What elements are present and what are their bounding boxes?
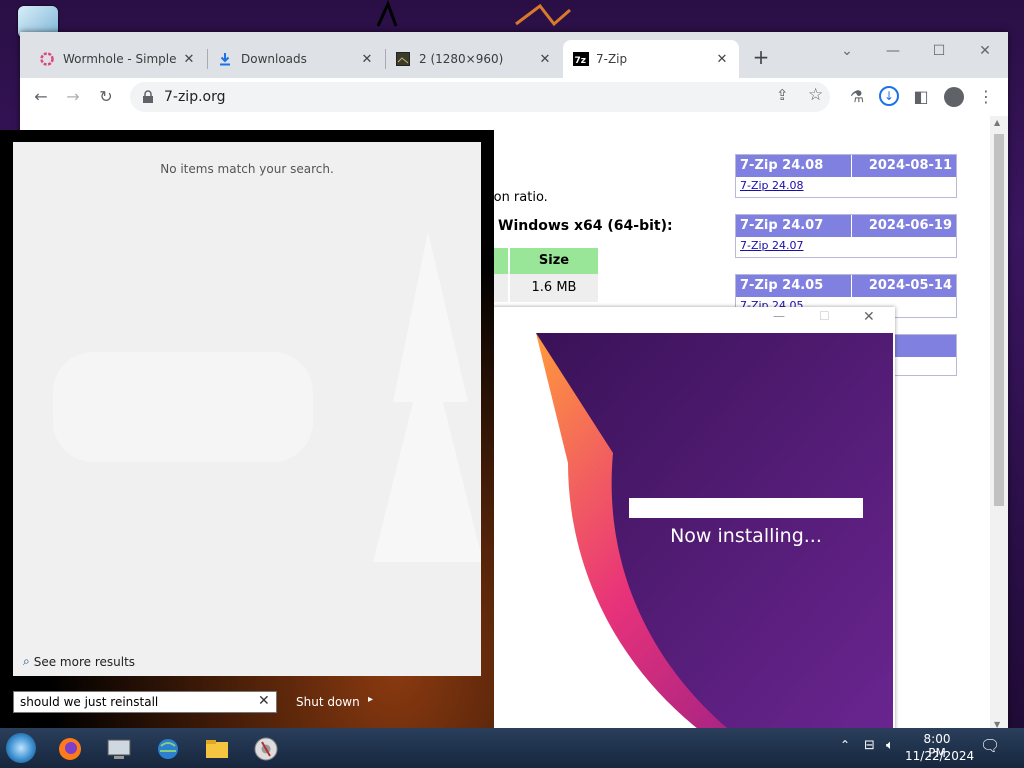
search-results-pane: No items match your search. ⌕ See more r… <box>13 142 481 676</box>
tab-title: Downloads <box>241 52 307 66</box>
scroll-up-icon[interactable]: ▲ <box>994 118 1000 127</box>
release-date: 2024-05-14 <box>851 275 956 297</box>
forward-arrow-icon[interactable]: → <box>62 86 84 108</box>
search-query-text: should we just reinstall <box>20 695 159 709</box>
network-globe-icon[interactable] <box>151 734 185 764</box>
tab-wormhole[interactable]: Wormhole - Simple ✕ <box>30 40 206 78</box>
maximize-button[interactable]: ☐ <box>924 40 954 62</box>
shutdown-options-arrow-icon[interactable]: ▸ <box>368 694 373 705</box>
shutdown-button[interactable]: Shut down <box>296 695 360 709</box>
release-link[interactable]: 7-Zip 24.08 <box>736 177 956 197</box>
release-block: 7-Zip 24.08 2024-08-11 7-Zip 24.08 <box>735 154 957 198</box>
download-icon <box>218 52 232 66</box>
taskbar: ⌃ ⊟ 🔈︎ 8:00 PM 11/22/2024 🗨︎ <box>0 728 1024 768</box>
tab-search-icon[interactable]: ⌄ <box>832 40 862 62</box>
tab-title: 7-Zip <box>596 52 628 66</box>
search-magnifier-icon: ⌕ <box>23 654 30 668</box>
table-header-cell: Size <box>494 248 598 274</box>
tab-strip: Wormhole - Simple ✕ Downloads ✕ 2 (1280×… <box>20 32 1008 78</box>
no-results-message: No items match your search. <box>160 162 334 176</box>
show-hidden-icons-chevron-icon[interactable]: ⌃ <box>840 738 850 752</box>
size-column-header: Size <box>508 248 598 274</box>
page-scrollbar[interactable]: ▲ ▼ <box>990 116 1008 732</box>
release-name: 7-Zip 24.05 <box>740 278 824 293</box>
installer-close-button[interactable]: ✕ <box>863 309 875 325</box>
see-more-results-link[interactable]: ⌕ See more results <box>23 654 135 669</box>
clear-search-icon[interactable]: ✕ <box>258 693 270 709</box>
desktop-decoration-icon <box>376 0 398 27</box>
file-explorer-icon[interactable] <box>200 734 234 764</box>
release-name: 7-Zip 24.08 <box>740 158 824 173</box>
svg-text:7z: 7z <box>575 56 587 66</box>
extensions-flask-icon[interactable]: ⚗ <box>846 86 868 108</box>
release-block: 7-Zip 24.07 2024-06-19 7-Zip 24.07 <box>735 214 957 258</box>
size-value: 1.6 MB <box>508 274 598 302</box>
7zip-icon: 7z <box>573 52 589 66</box>
christmas-watermark <box>53 232 481 562</box>
installer-minimize-button[interactable]: — <box>773 309 785 323</box>
close-tab-icon[interactable]: ✕ <box>360 52 374 67</box>
installer-artwork: Now installing... <box>473 333 893 733</box>
release-link[interactable]: 7-Zip 24.07 <box>736 237 956 257</box>
downloads-progress-icon[interactable]: ↓ <box>879 86 899 106</box>
address-bar[interactable]: 7-zip.org ⇪ ☆ <box>130 82 830 112</box>
minimize-button[interactable]: — <box>878 40 908 62</box>
clock-date[interactable]: 11/22/2024 <box>905 749 974 763</box>
release-name: 7-Zip 24.07 <box>740 218 824 233</box>
new-tab-button[interactable]: + <box>750 46 772 68</box>
page-text-fragment: ion ratio. <box>490 190 548 205</box>
network-tray-icon[interactable]: ⊟ <box>864 738 875 753</box>
reload-icon[interactable]: ↻ <box>95 86 117 108</box>
close-window-button[interactable]: ✕ <box>970 40 1000 62</box>
desktop-decoration-icon-2 <box>515 3 571 27</box>
back-arrow-icon[interactable]: ← <box>30 86 52 108</box>
wormhole-icon <box>40 52 54 66</box>
close-tab-icon[interactable]: ✕ <box>538 52 552 67</box>
share-icon[interactable]: ⇪ <box>776 86 789 104</box>
installer-maximize-button[interactable]: ☐ <box>819 309 830 323</box>
image-icon <box>396 52 410 66</box>
release-date: 2024-06-19 <box>851 215 956 237</box>
tab-title: Wormhole - Simple <box>63 52 177 66</box>
volume-muted-icon[interactable]: 🔈︎ <box>886 738 894 753</box>
firefox-icon[interactable] <box>53 734 87 764</box>
side-panel-icon[interactable]: ◧ <box>910 86 932 108</box>
notifications-icon[interactable]: 🗨︎ <box>980 736 1000 755</box>
tab-7zip[interactable]: 7z 7-Zip ✕ <box>563 40 739 78</box>
chrome-dev-icon[interactable] <box>249 734 283 764</box>
start-orb-icon[interactable] <box>6 733 36 763</box>
tab-downloads[interactable]: Downloads ✕ <box>208 40 384 78</box>
computer-icon[interactable] <box>102 734 136 764</box>
page-heading-fragment: Windows x64 (64-bit): <box>498 218 673 234</box>
bookmark-star-icon[interactable]: ☆ <box>808 85 823 105</box>
browser-toolbar: ← → ↻ 7-zip.org ⇪ ☆ ⚗ ↓ ◧ ⋮ <box>20 78 1008 116</box>
profile-avatar-icon[interactable] <box>944 87 964 107</box>
install-progress-bar <box>629 498 863 518</box>
installer-window: — ☐ ✕ Now installing... <box>473 307 895 733</box>
start-search-input[interactable]: should we just reinstall ✕ <box>13 691 277 713</box>
tab-title: 2 (1280×960) <box>419 52 504 66</box>
close-tab-icon[interactable]: ✕ <box>182 52 196 67</box>
release-date: 2024-08-11 <box>851 155 956 177</box>
see-more-label: See more results <box>33 654 136 669</box>
menu-kebab-icon[interactable]: ⋮ <box>975 86 997 108</box>
tab-image[interactable]: 2 (1280×960) ✕ <box>386 40 562 78</box>
install-status-text: Now installing... <box>670 525 822 547</box>
url-text: 7-zip.org <box>164 89 226 105</box>
lock-icon[interactable] <box>142 90 154 104</box>
start-menu: No items match your search. ⌕ See more r… <box>0 130 494 730</box>
close-tab-icon[interactable]: ✕ <box>715 52 729 67</box>
table-cell: 1.6 MB <box>494 274 598 302</box>
scrollbar-thumb[interactable] <box>994 134 1004 506</box>
